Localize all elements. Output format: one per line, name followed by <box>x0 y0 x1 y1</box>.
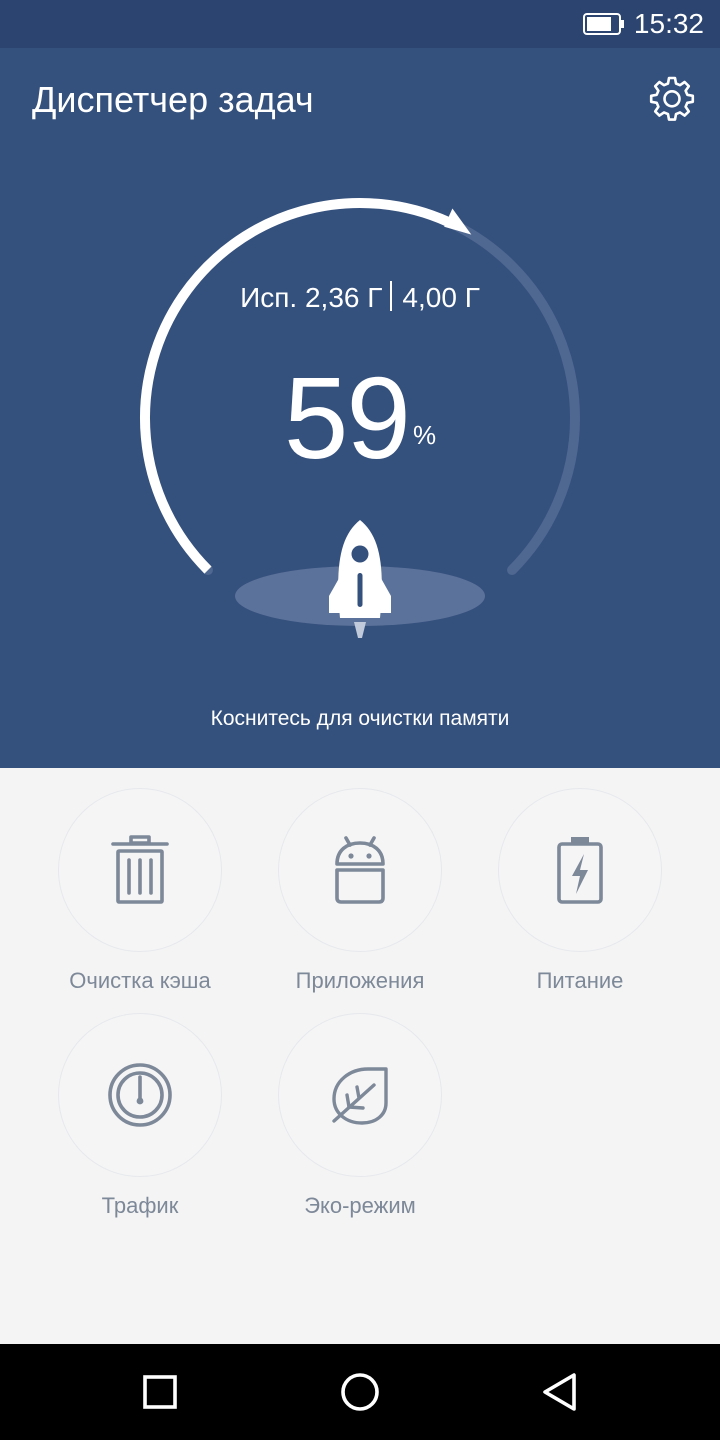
tool-power[interactable]: Питание <box>470 768 690 1008</box>
tool-icon-circle <box>58 1013 222 1177</box>
tool-icon-circle <box>58 788 222 952</box>
circle-icon <box>341 1373 379 1411</box>
system-nav-bar <box>0 1344 720 1440</box>
tool-cache-cleanup[interactable]: Очистка кэша <box>30 768 250 1008</box>
tool-eco-mode[interactable]: Эко-режим <box>250 993 470 1233</box>
tool-label: Питание <box>536 968 624 993</box>
status-time: 15:32 <box>633 8 704 39</box>
tool-icon-circle <box>278 1013 442 1177</box>
triangle-back-icon <box>543 1373 576 1411</box>
clean-memory-hint: Коснитесь для очистки памяти <box>210 707 510 730</box>
battery-charging-icon <box>557 837 603 904</box>
settings-button[interactable] <box>646 72 698 124</box>
percent-sign: % <box>412 420 437 450</box>
android-icon <box>335 836 385 904</box>
page-title: Диспетчер задач <box>32 79 314 120</box>
memory-usage: Исп. 2,36 Г 4,00 Г <box>120 278 600 318</box>
recent-apps-button[interactable] <box>136 1368 184 1416</box>
back-button[interactable] <box>536 1368 584 1416</box>
tool-traffic[interactable]: Трафик <box>30 993 250 1233</box>
tool-icon-circle <box>498 788 662 952</box>
memory-clean-gauge[interactable]: Исп. 2,36 Г 4,00 Г 59% <box>120 168 600 708</box>
memory-percent: 59% <box>120 353 600 483</box>
tool-icon-circle <box>278 788 442 952</box>
tool-label: Приложения <box>295 968 425 993</box>
tool-label: Эко-режим <box>304 1193 416 1218</box>
square-icon <box>143 1375 177 1409</box>
trash-icon <box>111 835 169 904</box>
tool-applications[interactable]: Приложения <box>250 768 470 1008</box>
tools-grid: Очистка кэша Приложения Питание Трафик Э… <box>0 768 720 1344</box>
speedometer-icon <box>108 1063 172 1127</box>
memory-hero: Диспетчер задач Исп. 2,36 Г 4,00 Г 59 % … <box>0 48 720 768</box>
leaf-icon <box>332 1067 388 1125</box>
memory-used: Исп. 2,36 Г <box>240 282 383 313</box>
status-bar: 15:32 <box>0 0 720 48</box>
gear-icon <box>649 76 695 121</box>
percent-value: 59 <box>283 353 411 483</box>
memory-divider <box>390 281 393 311</box>
home-button[interactable] <box>336 1368 384 1416</box>
tool-label: Очистка кэша <box>69 968 211 993</box>
tool-label: Трафик <box>101 1193 179 1218</box>
memory-total: 4,00 Г <box>402 282 480 313</box>
battery-icon <box>583 13 624 35</box>
